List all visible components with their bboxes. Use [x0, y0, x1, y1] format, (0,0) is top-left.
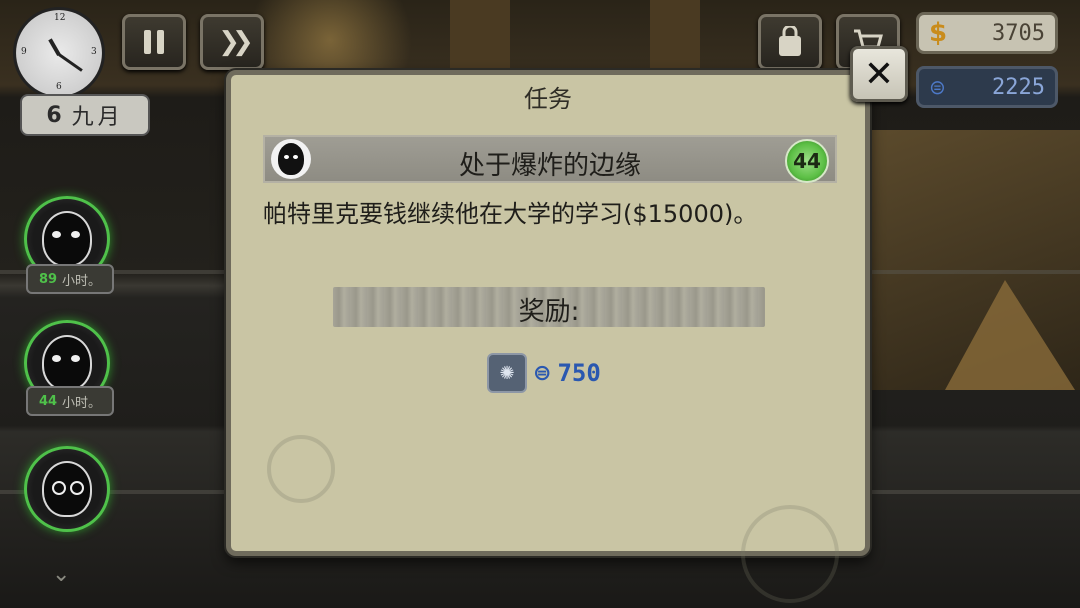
reward-header: 奖励:	[333, 287, 765, 327]
tenant-hours-value: 44	[38, 393, 58, 409]
tenant-eye-spiral	[52, 481, 66, 495]
game-clock: 12 3 6 9	[16, 10, 102, 96]
pause-button[interactable]	[122, 14, 186, 70]
ceiling-beam	[650, 0, 700, 70]
quest-dialog: 任务 处于爆炸的边缘 44 帕特里克要钱继续他在大学的学习($15000)。 奖…	[226, 70, 870, 603]
tenant-hours-badge: 89 小时。	[26, 264, 114, 294]
token-icon: ⊜	[533, 360, 552, 386]
quest-name: 处于爆炸的边缘	[458, 151, 641, 181]
token-value: 2225	[992, 74, 1045, 100]
tent-decoration	[945, 280, 1075, 390]
fast-forward-button[interactable]: ❯❯	[200, 14, 264, 70]
token-badge-icon: ✺	[487, 353, 527, 393]
inventory-button[interactable]	[758, 14, 822, 70]
quest-description: 帕特里克要钱继续他在大学的学习($15000)。	[263, 200, 758, 228]
clock-numeral: 9	[21, 47, 27, 57]
clock-hour-hand	[48, 38, 61, 56]
tenant-portrait[interactable]	[24, 446, 110, 532]
tenant-eye	[52, 355, 61, 362]
clock-numeral: 3	[91, 47, 97, 57]
tenant-eye	[52, 231, 61, 238]
ceiling-beam	[450, 0, 510, 70]
clock-numeral: 6	[56, 82, 62, 92]
clock-minute-hand	[58, 53, 83, 72]
decorative-stamp	[267, 435, 335, 503]
date-display: 6 九月	[20, 94, 150, 136]
money-value: 3705	[992, 20, 1045, 46]
tenant-hours-unit: 小时。	[62, 395, 102, 411]
tenant-eye	[71, 231, 80, 238]
close-button[interactable]: ✕	[850, 46, 908, 102]
tenant-eye-spiral	[70, 481, 84, 495]
reward-item: ✺ ⊜ 750	[487, 353, 601, 393]
tenant-hours-badge: 44 小时。	[26, 386, 114, 416]
decorative-stamp	[741, 505, 839, 603]
money-counter[interactable]: $ 3705	[916, 12, 1058, 54]
token-counter[interactable]: ⊜ 2225	[916, 66, 1058, 108]
quest-level-badge: 44	[785, 139, 829, 183]
quest-header: 处于爆炸的边缘 44	[263, 135, 837, 183]
tenant-face	[42, 211, 92, 267]
dialog-title: 任务	[524, 85, 572, 113]
token-icon: ⊜	[929, 75, 946, 99]
tenant-hours-value: 89	[38, 271, 58, 287]
tenant-face	[42, 335, 92, 391]
close-icon: ✕	[863, 53, 895, 95]
dollar-icon: $	[929, 18, 948, 48]
reward-value: 750	[557, 359, 601, 387]
pause-icon	[144, 30, 164, 54]
fast-forward-icon: ❯❯	[218, 27, 253, 57]
tenant-face	[42, 461, 92, 517]
clock-numeral: 12	[54, 13, 66, 23]
date-month: 九月	[71, 105, 124, 130]
chevron-down-icon[interactable]: ⌄	[52, 562, 70, 587]
tenant-hours-unit: 小时。	[62, 273, 102, 289]
date-day: 6	[46, 102, 66, 128]
reward-label: 奖励:	[518, 297, 580, 327]
bag-icon	[779, 26, 801, 56]
tenant-eye	[71, 355, 80, 362]
